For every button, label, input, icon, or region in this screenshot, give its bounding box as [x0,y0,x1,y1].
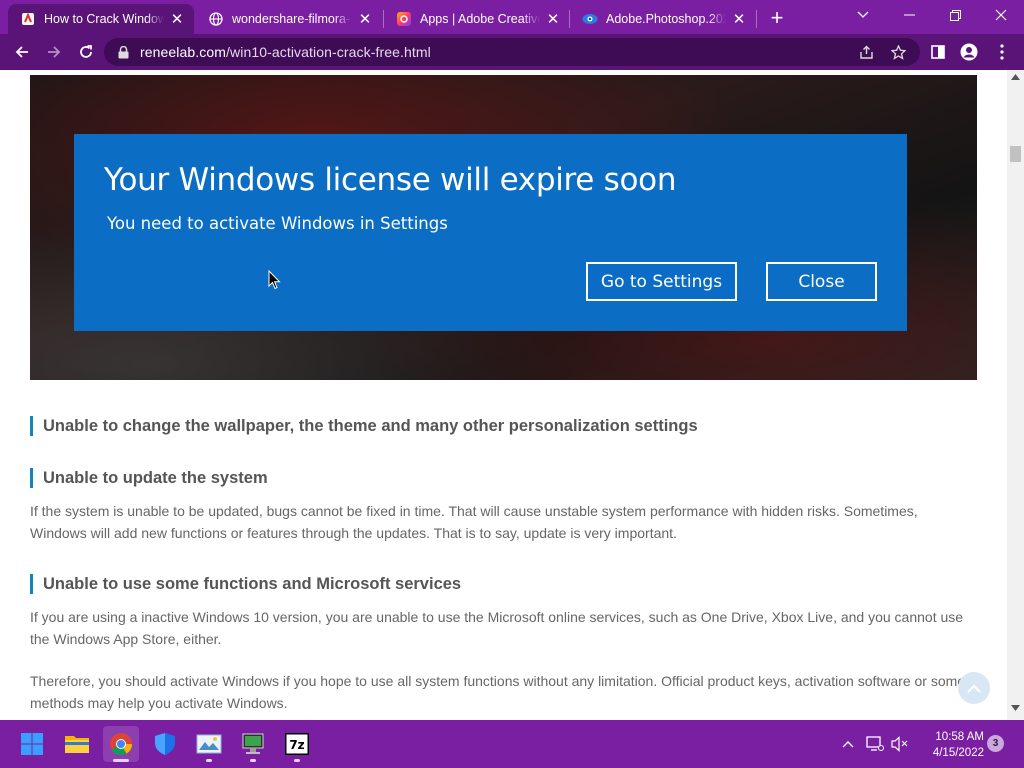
tab-separator [756,10,757,28]
mouse-cursor-icon [268,269,281,295]
running-app-indicator [250,759,256,762]
running-app-indicator [294,759,300,762]
browser-tab-strip: How to Crack Windows 10 ✕ wondershare-fi… [0,0,1024,34]
running-app-indicator [206,759,212,762]
taskbar-clock[interactable]: 10:58 AM 4/15/2022 [916,729,984,761]
windows-license-dialog: Your Windows license will expire soon Yo… [74,134,907,331]
paragraph-activate: Therefore, you should activate Windows i… [30,673,966,711]
back-button[interactable] [8,38,36,66]
lock-icon[interactable] [116,45,130,59]
tab-title: Adobe.Photoshop.2022 [606,12,726,26]
go-to-settings-button[interactable]: Go to Settings [585,261,738,302]
url-path: /win10-activation-crack-free.html [226,44,431,60]
restore-button[interactable] [932,0,978,30]
paragraph-services: If you are using a inactive Windows 10 v… [30,609,964,647]
tab-close-icon[interactable]: ✕ [356,10,374,28]
hero-image: Your Windows license will expire soon Yo… [30,75,977,380]
url-text: reneelab.com/win10-activation-crack-free… [140,44,431,60]
active-app-indicator [113,759,129,762]
windows-security-icon[interactable] [147,726,183,762]
adobe-cc-icon [396,11,412,27]
tab-adobe-creative-cloud[interactable]: Apps | Adobe Creative Cloud ✕ [384,4,570,34]
close-dialog-button[interactable]: Close [766,262,877,301]
url-domain: reneelab.com [140,44,227,60]
tab-title: wondershare-filmora-11 [232,12,352,26]
photos-icon[interactable] [191,726,227,762]
eye-favicon-icon [582,11,598,27]
tab-title: How to Crack Windows 10 [44,12,164,26]
chrome-icon[interactable] [103,726,139,762]
side-panel-icon[interactable] [924,38,952,66]
notification-count-badge[interactable]: 3 [987,735,1004,752]
new-tab-button[interactable]: + [764,5,790,31]
tab-how-to-crack-windows[interactable]: How to Crack Windows 10 ✕ [8,4,194,34]
section-heading-services: Unable to use some functions and Microso… [30,574,461,594]
renee-favicon-icon [20,11,36,27]
tab-close-icon[interactable]: ✕ [544,10,562,28]
tab-adobe-photoshop[interactable]: Adobe.Photoshop.2022 ✕ [570,4,756,34]
section-heading-personalization: Unable to change the wallpaper, the them… [30,416,698,436]
display-app-icon[interactable] [235,726,271,762]
web-page: Your Windows license will expire soon Yo… [0,70,1024,720]
bookmark-star-icon[interactable] [888,42,908,62]
share-icon[interactable] [856,42,876,62]
tab-title: Apps | Adobe Creative Cloud [420,12,540,26]
tab-wondershare-filmora[interactable]: wondershare-filmora-11 ✕ [196,4,382,34]
scrollbar-thumb[interactable] [1010,146,1021,162]
svg-text:7z: 7z [289,738,304,752]
network-monitor-icon[interactable] [865,734,885,754]
dialog-title: Your Windows license will expire soon [104,162,677,198]
scroll-up-arrow-icon[interactable] [1011,74,1020,80]
vertical-scrollbar[interactable] [1007,70,1024,720]
section-heading-update: Unable to update the system [30,468,268,488]
tab-close-icon[interactable]: ✕ [168,10,186,28]
more-menu-icon[interactable] [988,38,1016,66]
7zip-icon[interactable]: 7z [279,726,315,762]
scroll-down-arrow-icon[interactable] [1011,705,1020,711]
windows-start-icon[interactable] [14,726,50,762]
clock-time: 10:58 AM [935,731,984,743]
browser-toolbar: reneelab.com/win10-activation-crack-free… [0,34,1024,70]
close-window-button[interactable] [978,0,1024,30]
show-hidden-icons-chevron-up-icon[interactable] [838,734,858,754]
clock-date: 4/15/2022 [932,747,984,759]
profile-avatar-icon[interactable] [955,38,983,66]
paragraph-update: If the system is unable to be updated, b… [30,503,918,541]
tab-close-icon[interactable]: ✕ [730,10,748,28]
windows-taskbar: 7z 10:58 AM 4/15/2022 3 [0,720,1024,768]
tab-search-chevron-down-icon[interactable] [840,0,886,30]
file-explorer-icon[interactable] [59,726,95,762]
scroll-to-top-button[interactable] [958,672,990,704]
forward-button[interactable] [40,38,68,66]
globe-icon [208,11,224,27]
reload-button[interactable] [72,38,100,66]
address-bar[interactable]: reneelab.com/win10-activation-crack-free… [104,38,920,66]
minimize-button[interactable] [886,0,932,30]
chevron-up-icon [967,684,981,693]
dialog-subtitle: You need to activate Windows in Settings [107,214,448,233]
speaker-muted-icon[interactable] [890,734,910,754]
